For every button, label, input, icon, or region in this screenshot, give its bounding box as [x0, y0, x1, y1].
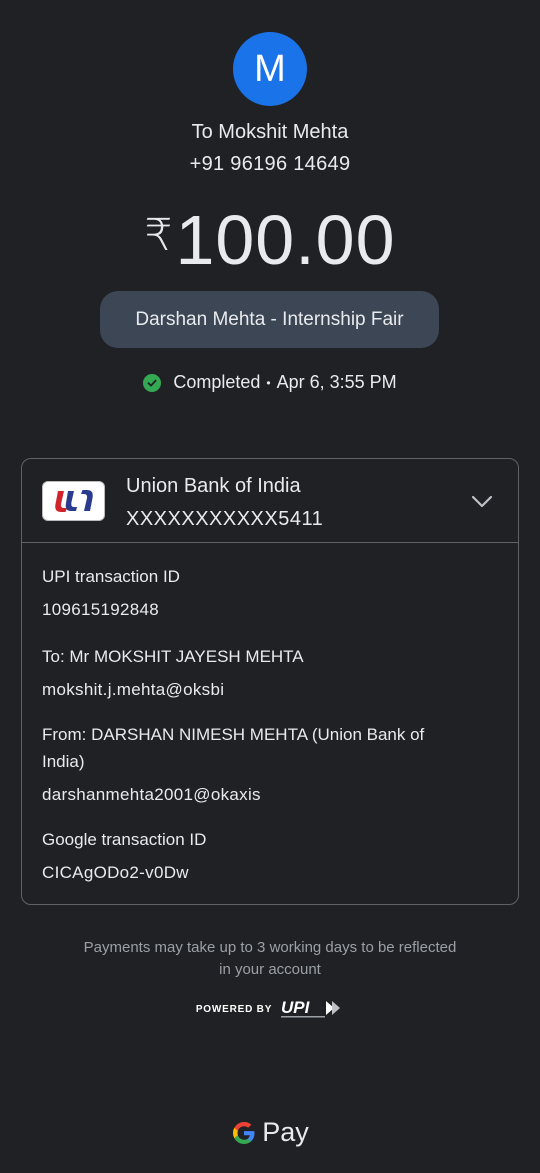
check-icon — [143, 373, 162, 392]
bank-name: Union Bank of India — [126, 475, 301, 497]
google-g-icon — [233, 1121, 255, 1144]
google-transaction-id-label: Google transaction ID — [42, 830, 207, 849]
google-pay-text: Pay — [262, 1117, 309, 1147]
bank-account-number: XXXXXXXXXXX5411 — [126, 508, 324, 530]
amount-value: 100.00 — [175, 201, 396, 279]
avatar-initial: M — [254, 47, 286, 90]
payment-amount: ₹100.00 — [0, 196, 540, 280]
currency-symbol: ₹ — [144, 211, 174, 260]
upi-logo-text: UPI — [281, 998, 311, 1017]
upi-transaction-id-label: UPI transaction ID — [42, 567, 180, 586]
upi-transaction-id-value[interactable]: 109615192848 — [42, 600, 159, 620]
powered-by-text: POWERED BY — [195, 1003, 273, 1015]
from-upi-id[interactable]: darshanmehta2001@okaxis — [42, 785, 261, 805]
status-datetime: Apr 6, 3:55 PM — [276, 372, 397, 392]
from-name-label-line2: India) — [42, 752, 85, 771]
processing-note-line1: Payments may take up to 3 working days t… — [83, 939, 457, 956]
payment-note: Darshan Mehta - Internship Fair — [100, 291, 439, 348]
powered-by-upi: POWERED BY UPI — [0, 998, 540, 1020]
to-upi-id[interactable]: mokshit.j.mehta@oksbi — [42, 680, 224, 700]
status-text: Completed — [173, 372, 261, 392]
details-card: Union Bank of India XXXXXXXXXXX5411 UPI … — [21, 458, 519, 905]
transaction-details-screen: M To Mokshit Mehta +91 96196 14649 ₹100.… — [0, 0, 540, 1173]
to-name-label: To: Mr MOKSHIT JAYESH MEHTA — [42, 647, 304, 666]
processing-note-line2: in your account — [219, 961, 321, 978]
processing-note: Payments may take up to 3 working days t… — [40, 937, 500, 981]
upi-logo-icon: UPI — [281, 998, 341, 1018]
recipient-phone: +91 96196 14649 — [189, 153, 351, 175]
status-separator: • — [266, 375, 271, 390]
chevron-down-icon[interactable] — [470, 489, 494, 513]
google-transaction-id-value[interactable]: CICAgODo2-v0Dw — [42, 863, 189, 883]
recipient-name: To Mokshit Mehta — [191, 121, 349, 143]
status-row: Completed • Apr 6, 3:55 PM — [0, 372, 540, 393]
google-pay-brand: Pay — [0, 1117, 540, 1148]
bank-account-row[interactable]: Union Bank of India XXXXXXXXXXX5411 — [22, 459, 518, 543]
from-name-label-line1: From: DARSHAN NIMESH MEHTA (Union Bank o… — [42, 725, 425, 744]
avatar[interactable]: M — [233, 32, 307, 106]
union-bank-logo-icon — [42, 481, 105, 521]
payment-note-text: Darshan Mehta - Internship Fair — [135, 308, 404, 330]
